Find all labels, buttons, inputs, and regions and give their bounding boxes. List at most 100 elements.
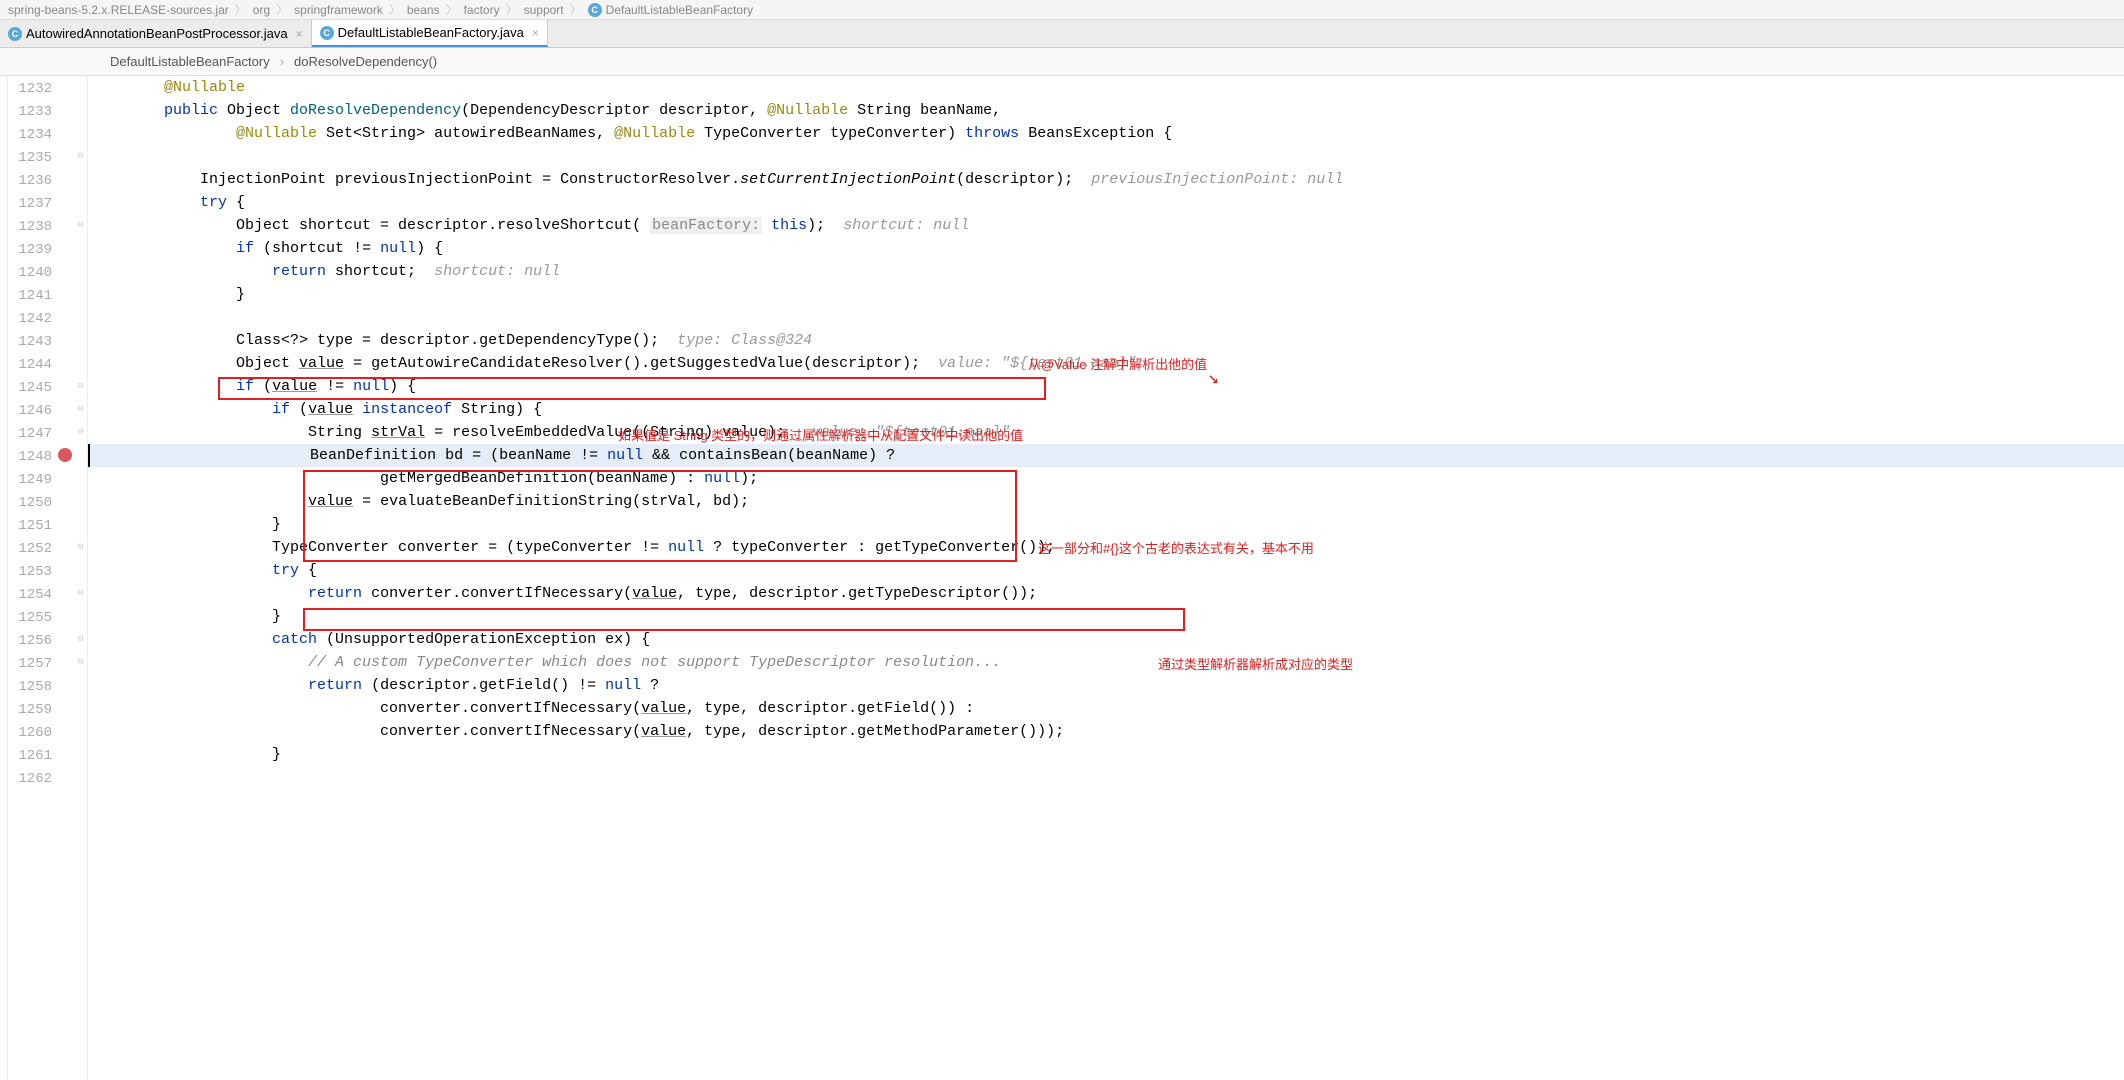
- fold-toggle-icon[interactable]: ⊟: [76, 635, 85, 644]
- class-icon: C: [8, 27, 22, 41]
- code-token: shortcut: null: [843, 217, 969, 234]
- project-breadcrumb: spring-beans-5.2.x.RELEASE-sources.jar 〉…: [0, 0, 2124, 20]
- line-number: 1236: [8, 170, 58, 193]
- crumb-class[interactable]: DefaultListableBeanFactory: [110, 54, 270, 69]
- code-token: TypeConverter typeConverter): [695, 125, 965, 142]
- line-number: 1235: [8, 147, 58, 170]
- code-editor[interactable]: 1232123312341235123612371238123912401241…: [0, 76, 2124, 1080]
- code-line[interactable]: public Object doResolveDependency(Depend…: [88, 99, 2124, 122]
- code-token: public: [164, 102, 218, 119]
- code-line[interactable]: String strVal = resolveEmbeddedValue((St…: [88, 421, 2124, 444]
- code-line[interactable]: [88, 306, 2124, 329]
- line-number: 1238: [8, 216, 58, 239]
- breakpoint-icon[interactable]: [58, 448, 72, 462]
- fold-toggle-icon[interactable]: ⊟: [76, 589, 85, 598]
- code-line[interactable]: Class<?> type = descriptor.getDependency…: [88, 329, 2124, 352]
- code-token: }: [272, 746, 281, 763]
- code-line[interactable]: return shortcut; shortcut: null: [88, 260, 2124, 283]
- code-token: @Nullable: [164, 79, 245, 96]
- line-number: 1245: [8, 377, 58, 400]
- code-line[interactable]: // A custom TypeConverter which does not…: [88, 651, 2124, 674]
- code-line[interactable]: if (value instanceof String) {: [88, 398, 2124, 421]
- code-line[interactable]: catch (UnsupportedOperationException ex)…: [88, 628, 2124, 651]
- code-token: Object: [236, 355, 299, 372]
- code-line[interactable]: if (shortcut != null) {: [88, 237, 2124, 260]
- code-line[interactable]: return (descriptor.getField() != null ?: [88, 674, 2124, 697]
- breakpoint-gutter[interactable]: [58, 76, 74, 1080]
- fold-toggle-icon[interactable]: ⊟: [76, 658, 85, 667]
- code-token: String beanName,: [848, 102, 1001, 119]
- fold-toggle-icon[interactable]: ⊟: [76, 221, 85, 230]
- fold-gutter[interactable]: ⊟ ⊟ ⊟ ⊟ ⊟ ⊟ ⊟ ⊟ ⊟: [74, 76, 88, 1080]
- code-line[interactable]: try {: [88, 559, 2124, 582]
- code-token: null: [605, 677, 641, 694]
- breadcrumb-part: springframework: [294, 3, 383, 17]
- code-token: strVal: [371, 424, 425, 441]
- code-line[interactable]: [88, 766, 2124, 789]
- crumb-method[interactable]: doResolveDependency(): [294, 54, 437, 69]
- code-line[interactable]: getMergedBeanDefinition(beanName) : null…: [88, 467, 2124, 490]
- class-icon: C: [588, 3, 602, 17]
- code-token: (UnsupportedOperationException ex) {: [317, 631, 650, 648]
- code-line[interactable]: InjectionPoint previousInjectionPoint = …: [88, 168, 2124, 191]
- code-line[interactable]: }: [88, 283, 2124, 306]
- code-line[interactable]: }: [88, 743, 2124, 766]
- tab-autowired[interactable]: C AutowiredAnnotationBeanPostProcessor.j…: [0, 20, 312, 47]
- fold-toggle-icon[interactable]: ⊟: [76, 382, 85, 391]
- code-token: shortcut: null: [434, 263, 560, 280]
- line-number: 1239: [8, 239, 58, 262]
- code-line[interactable]: }: [88, 605, 2124, 628]
- code-token: @Nullable: [767, 102, 848, 119]
- code-line[interactable]: }: [88, 513, 2124, 536]
- code-line[interactable]: [88, 145, 2124, 168]
- code-line[interactable]: if (value != null) {: [88, 375, 2124, 398]
- breadcrumb-class: DefaultListableBeanFactory: [606, 3, 753, 17]
- code-line[interactable]: value = evaluateBeanDefinitionString(str…: [88, 490, 2124, 513]
- code-token: [353, 401, 362, 418]
- close-icon[interactable]: ×: [532, 26, 539, 40]
- line-number: 1242: [8, 308, 58, 331]
- code-line[interactable]: try {: [88, 191, 2124, 214]
- code-token: return: [308, 677, 362, 694]
- code-line[interactable]: Object shortcut = descriptor.resolveShor…: [88, 214, 2124, 237]
- code-token: );: [807, 217, 843, 234]
- fold-toggle-icon[interactable]: ⊟: [76, 428, 85, 437]
- fold-toggle-icon[interactable]: ⊟: [76, 405, 85, 414]
- line-number: 1241: [8, 285, 58, 308]
- code-token: );: [740, 470, 758, 487]
- code-token: value: [641, 723, 686, 740]
- code-token: !=: [317, 378, 353, 395]
- code-token: {: [299, 562, 317, 579]
- code-line[interactable]: converter.convertIfNecessary(value, type…: [88, 697, 2124, 720]
- code-token: return: [272, 263, 326, 280]
- code-token: instanceof: [362, 401, 452, 418]
- code-content[interactable]: @Nullable public Object doResolveDepende…: [88, 76, 2124, 1080]
- code-token: null: [380, 240, 416, 257]
- code-token: ) {: [416, 240, 443, 257]
- line-number: 1256: [8, 630, 58, 653]
- close-icon[interactable]: ×: [296, 27, 303, 41]
- code-token: String) {: [452, 401, 542, 418]
- code-token: try: [272, 562, 299, 579]
- code-line[interactable]: BeanDefinition bd = (beanName != null &&…: [88, 444, 2124, 467]
- code-token: value: [308, 493, 353, 510]
- code-token: if: [236, 240, 254, 257]
- code-line[interactable]: @Nullable: [88, 76, 2124, 99]
- code-token: BeanDefinition bd = (beanName !=: [310, 447, 607, 464]
- code-token: ) {: [389, 378, 416, 395]
- code-line[interactable]: converter.convertIfNecessary(value, type…: [88, 720, 2124, 743]
- tab-label: AutowiredAnnotationBeanPostProcessor.jav…: [26, 26, 288, 41]
- code-line[interactable]: @Nullable Set<String> autowiredBeanNames…: [88, 122, 2124, 145]
- code-token: = getAutowireCandidateResolver().getSugg…: [344, 355, 920, 372]
- fold-toggle-icon[interactable]: ⊟: [76, 543, 85, 552]
- line-number: 1234: [8, 124, 58, 147]
- line-number: 1255: [8, 607, 58, 630]
- tab-defaultlistable[interactable]: C DefaultListableBeanFactory.java ×: [312, 20, 548, 47]
- code-token: converter.convertIfNecessary(: [362, 585, 632, 602]
- code-token: type: Class@324: [677, 332, 812, 349]
- line-number: 1251: [8, 515, 58, 538]
- fold-toggle-icon[interactable]: ⊟: [76, 152, 85, 161]
- class-icon: C: [320, 26, 334, 40]
- code-line[interactable]: return converter.convertIfNecessary(valu…: [88, 582, 2124, 605]
- breadcrumb-part: support: [524, 3, 564, 17]
